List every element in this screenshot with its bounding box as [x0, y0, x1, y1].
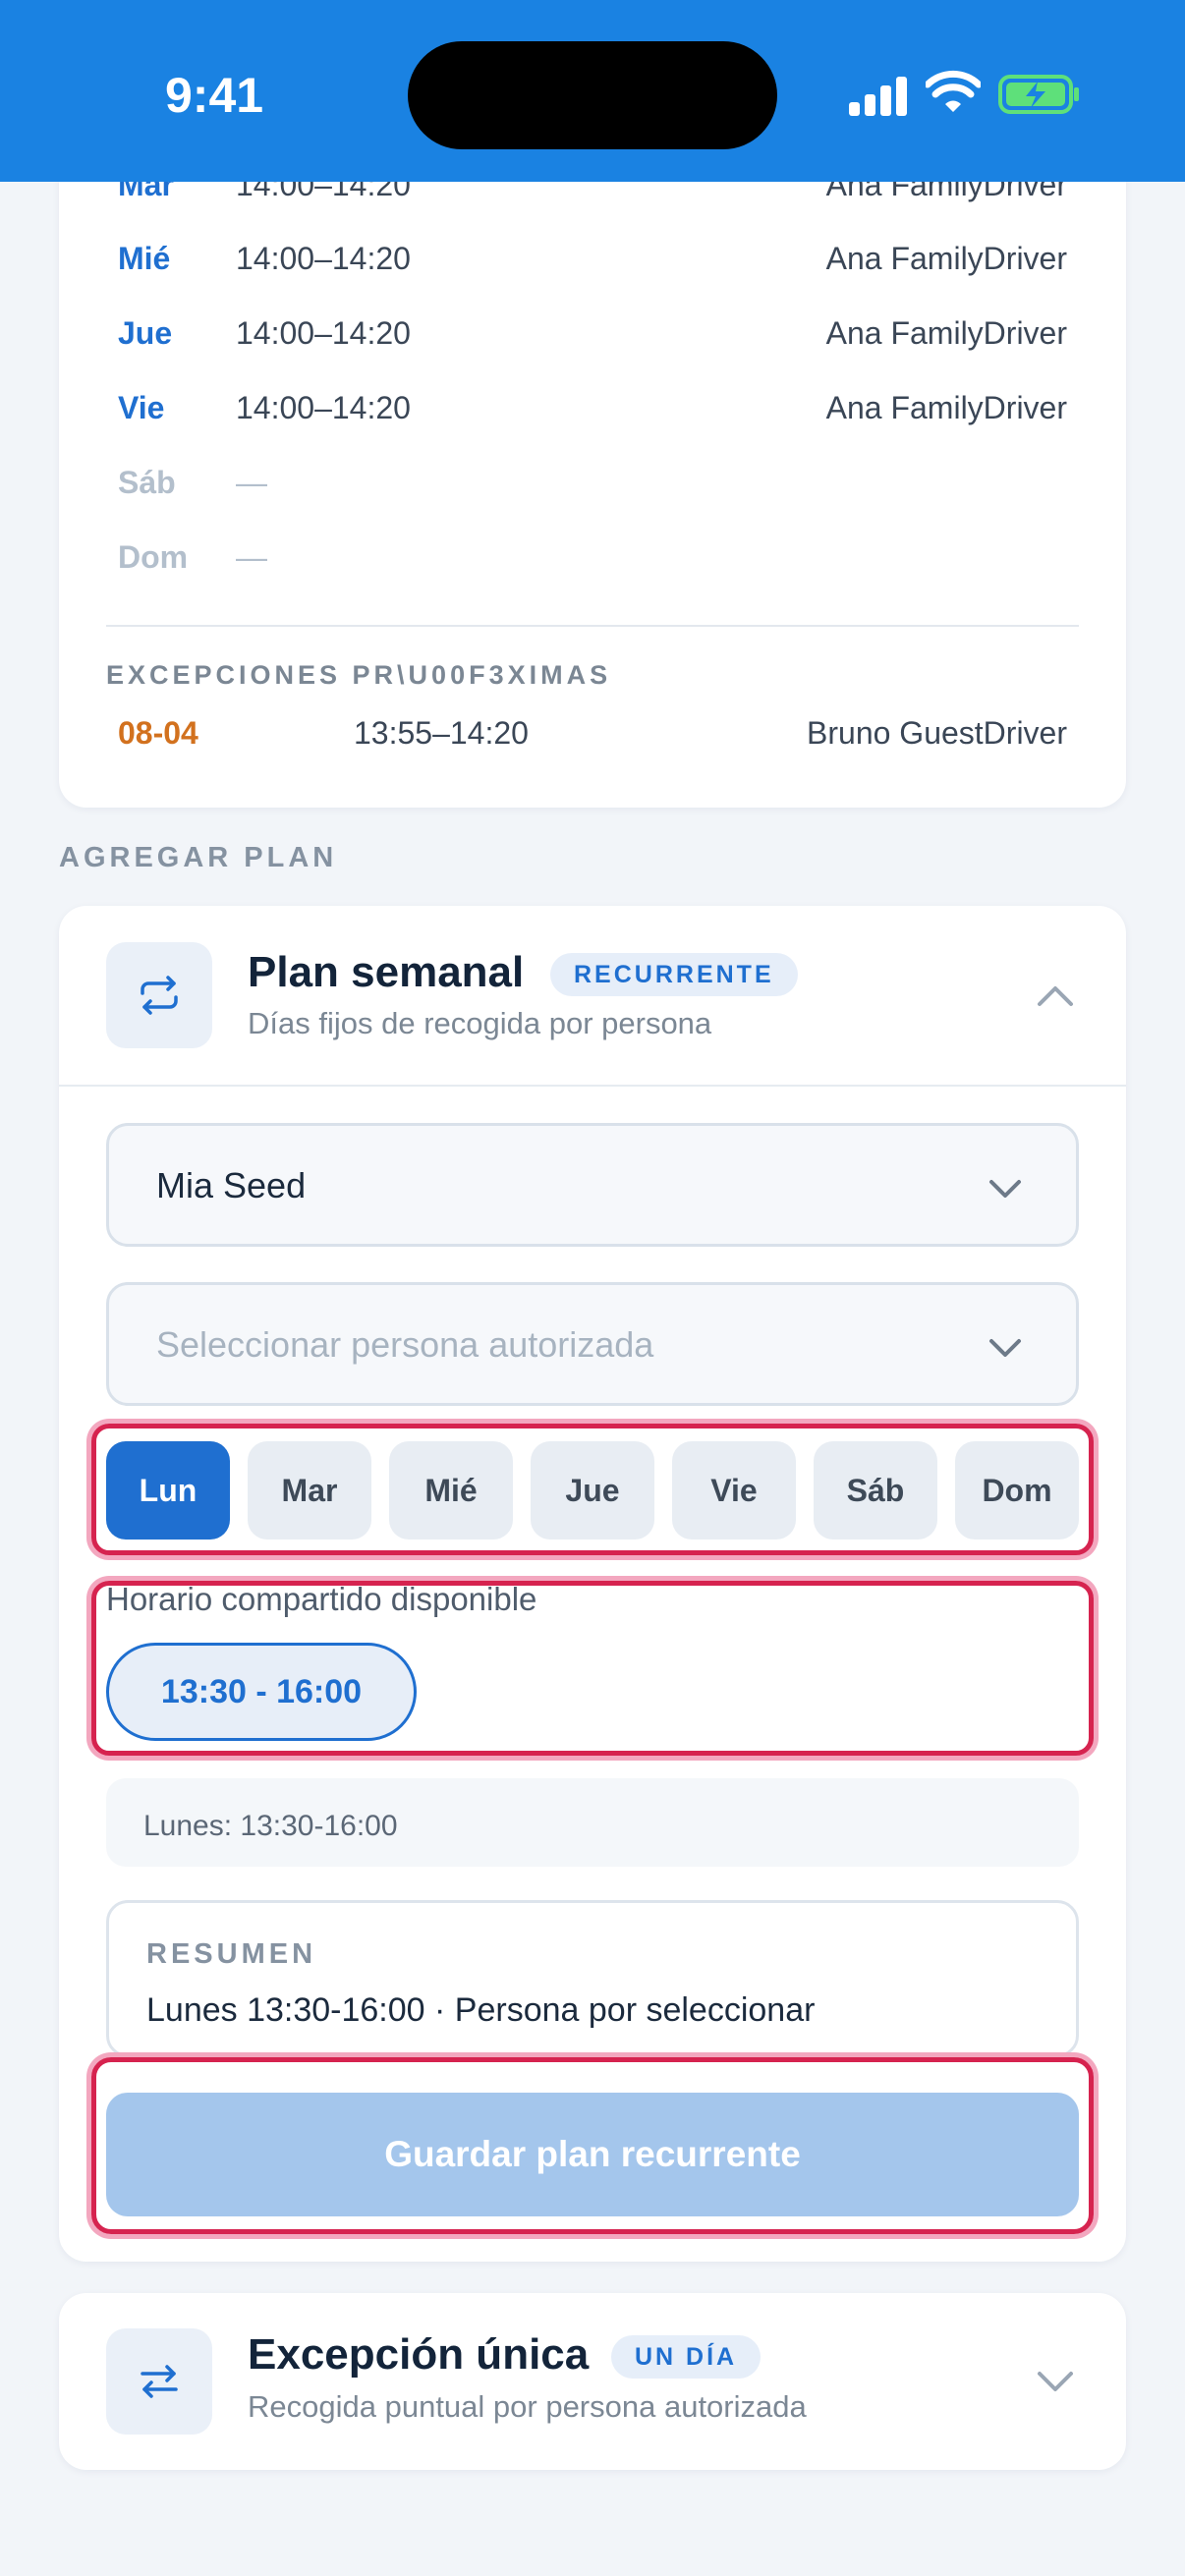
- schedule-row: Dom —: [59, 539, 1126, 598]
- weekly-plan-card: Plan semanal RECURRENTE Días fijos de re…: [59, 906, 1126, 2262]
- schedule-row: Vie 14:00–14:20 Ana FamilyDriver: [59, 390, 1126, 449]
- day-button-dom[interactable]: Dom: [955, 1441, 1079, 1540]
- one-time-subtitle: Recogida puntual por persona autorizada: [248, 2389, 807, 2424]
- summary-value: Lunes 13:30-16:00 · Persona por seleccio…: [146, 1991, 816, 2029]
- weekly-plan-title: Plan semanal: [248, 948, 525, 996]
- person-select[interactable]: Seleccionar persona autorizada: [106, 1282, 1079, 1406]
- schedule-row: Sáb —: [59, 465, 1126, 524]
- schedule-driver: Ana FamilyDriver: [825, 315, 1067, 351]
- chevron-down-icon[interactable]: [1034, 2360, 1077, 2403]
- divider: [106, 625, 1079, 627]
- save-recurrent-plan-button[interactable]: Guardar plan recurrente: [106, 2093, 1079, 2216]
- dynamic-island: [408, 41, 777, 149]
- schedule-range: 14:00–14:20: [236, 390, 411, 425]
- exception-date: 08-04: [118, 715, 198, 751]
- weekly-plan-subtitle: Días fijos de recogida por persona: [248, 1006, 712, 1040]
- one-time-title: Excepción única: [248, 2330, 590, 2379]
- summary-box: RESUMEN Lunes 13:30-16:00 · Persona por …: [106, 1900, 1079, 2057]
- add-plan-section-title: AGREGAR PLAN: [59, 842, 338, 873]
- day-button-mar[interactable]: Mar: [248, 1441, 371, 1540]
- repeat-icon: [106, 942, 212, 1048]
- schedule-range: 14:00–14:20: [236, 241, 411, 276]
- status-time: 9:41: [165, 68, 264, 123]
- day-button-sab[interactable]: Sáb: [814, 1441, 937, 1540]
- divider: [59, 1085, 1126, 1087]
- swap-icon: [106, 2328, 212, 2435]
- schedule-driver: Ana FamilyDriver: [825, 241, 1067, 276]
- person-select-placeholder: Seleccionar persona autorizada: [156, 1324, 654, 1365]
- exception-range: 13:55–14:20: [354, 715, 529, 751]
- schedule-day: Mié: [118, 241, 171, 276]
- shared-slot-label: Horario compartido disponible: [106, 1581, 537, 1617]
- day-button-vie[interactable]: Vie: [672, 1441, 796, 1540]
- wifi-icon: [926, 70, 981, 112]
- child-select-value: Mia Seed: [156, 1165, 307, 1205]
- status-bar: 9:41: [0, 0, 1185, 182]
- child-select[interactable]: Mia Seed: [106, 1123, 1079, 1247]
- chevron-down-icon: [989, 1339, 1021, 1357]
- schedule-range: 14:00–14:20: [236, 315, 411, 351]
- schedule-row: Jue 14:00–14:20 Ana FamilyDriver: [59, 315, 1126, 374]
- day-info: Lunes: 13:30-16:00: [106, 1778, 1079, 1867]
- chevron-down-icon: [989, 1180, 1021, 1198]
- cellular-signal-icon: [849, 75, 908, 116]
- schedule-day: Jue: [118, 315, 173, 351]
- time-slot-chip[interactable]: 13:30 - 16:00: [106, 1643, 417, 1741]
- schedule-day: Dom: [118, 539, 189, 575]
- day-button-lun[interactable]: Lun: [106, 1441, 230, 1540]
- recurrent-badge: RECURRENTE: [550, 953, 798, 996]
- one-time-exception-card[interactable]: Excepción única UN DÍA Recogida puntual …: [59, 2293, 1126, 2470]
- exceptions-title: EXCEPCIONES PR\U00F3XIMAS: [106, 660, 612, 690]
- day-button-mie[interactable]: Mié: [389, 1441, 513, 1540]
- schedule-day: Vie: [118, 390, 165, 425]
- schedule-driver: Ana FamilyDriver: [825, 390, 1067, 425]
- schedule-range: —: [236, 465, 267, 500]
- battery-charging-icon: [998, 75, 1079, 114]
- one-day-badge: UN DÍA: [611, 2335, 762, 2379]
- day-button-jue[interactable]: Jue: [531, 1441, 654, 1540]
- exception-driver: Bruno GuestDriver: [807, 715, 1067, 751]
- schedule-range: —: [236, 539, 267, 575]
- schedule-day: Sáb: [118, 465, 176, 500]
- summary-label: RESUMEN: [146, 1938, 317, 1970]
- chevron-up-icon[interactable]: [1034, 975, 1077, 1018]
- schedule-row: Mié 14:00–14:20 Ana FamilyDriver: [59, 241, 1126, 300]
